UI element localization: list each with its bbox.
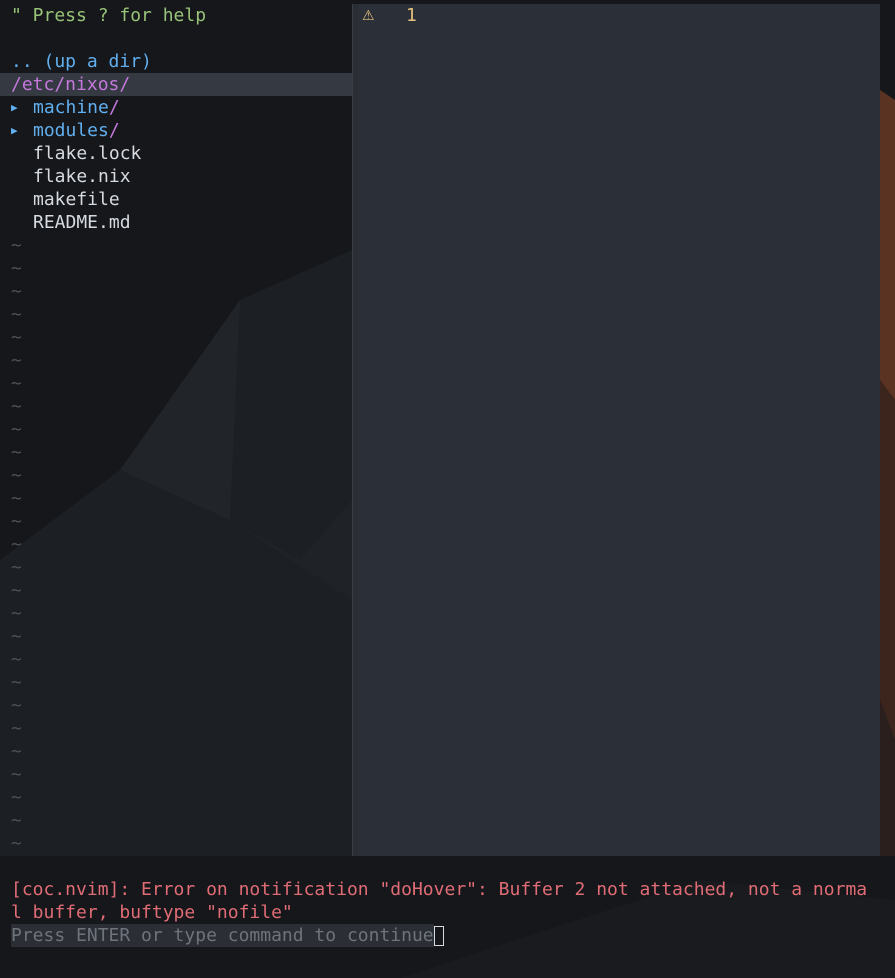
help-hint: " Press ? for help xyxy=(11,5,207,26)
error-message-line-2: l buffer, buftype "nofile" xyxy=(11,902,293,923)
empty-line-marker: ~ xyxy=(11,235,22,256)
empty-line-marker: ~ xyxy=(11,695,22,716)
empty-line-marker: ~ xyxy=(11,304,22,325)
empty-line-marker: ~ xyxy=(11,718,22,739)
current-dir-path[interactable]: /etc/nixos/ xyxy=(0,73,352,96)
empty-line-marker: ~ xyxy=(11,649,22,670)
file-tree-pane[interactable]: " Press ? for help .. (up a dir) /etc/ni… xyxy=(0,4,352,856)
tree-dir-modules[interactable]: ▶ modules / xyxy=(11,119,120,142)
empty-line-marker: ~ xyxy=(11,626,22,647)
dir-slash: / xyxy=(108,120,120,141)
triangle-right-icon: ▶ xyxy=(11,101,18,114)
empty-line-marker: ~ xyxy=(11,534,22,555)
empty-line-marker: ~ xyxy=(11,787,22,808)
empty-line-marker: ~ xyxy=(11,373,22,394)
warning-icon: ⚠ xyxy=(362,8,375,24)
continue-prompt[interactable]: Press ENTER or type command to continue xyxy=(11,924,885,947)
tree-dir-machine[interactable]: ▶ machine / xyxy=(11,96,120,119)
empty-line-marker: ~ xyxy=(11,442,22,463)
text-cursor xyxy=(433,925,444,946)
dir-slash: / xyxy=(108,97,120,118)
message-area: [coc.nvim]: Error on notification "doHov… xyxy=(11,878,885,947)
error-message-line-1: [coc.nvim]: Error on notification "doHov… xyxy=(11,879,868,900)
dir-name: machine xyxy=(33,97,109,118)
up-dir-link[interactable]: .. (up a dir) xyxy=(11,50,152,73)
file-name: flake.lock xyxy=(33,143,142,164)
dir-name: modules xyxy=(33,120,109,141)
empty-line-marker: ~ xyxy=(11,396,22,417)
empty-line-marker: ~ xyxy=(11,764,22,785)
empty-line-marker: ~ xyxy=(11,603,22,624)
empty-line-marker: ~ xyxy=(11,511,22,532)
empty-line-marker: ~ xyxy=(11,258,22,279)
empty-line-marker: ~ xyxy=(11,350,22,371)
empty-line-marker: ~ xyxy=(11,672,22,693)
empty-line-marker: ~ xyxy=(11,327,22,348)
file-name: README.md xyxy=(33,212,131,233)
empty-line-marker: ~ xyxy=(11,281,22,302)
triangle-right-icon: ▶ xyxy=(11,124,18,137)
empty-line-marker: ~ xyxy=(11,833,22,854)
empty-line-marker: ~ xyxy=(11,741,22,762)
tree-file-makefile[interactable]: makefile xyxy=(11,188,120,211)
empty-line-marker: ~ xyxy=(11,580,22,601)
empty-line-marker: ~ xyxy=(11,488,22,509)
empty-line-marker: ~ xyxy=(11,419,22,440)
file-name: makefile xyxy=(33,189,120,210)
editor-pane[interactable]: ⚠ 1 xyxy=(358,4,880,856)
tree-file-readme[interactable]: README.md xyxy=(11,211,131,234)
empty-line-marker: ~ xyxy=(11,810,22,831)
tree-file-flake-lock[interactable]: flake.lock xyxy=(11,142,141,165)
tree-file-flake-nix[interactable]: flake.nix xyxy=(11,165,131,188)
empty-line-marker: ~ xyxy=(11,557,22,578)
file-name: flake.nix xyxy=(33,166,131,187)
empty-line-marker: ~ xyxy=(11,465,22,486)
prompt-text: Press ENTER or type command to continue xyxy=(11,924,434,947)
line-number: 1 xyxy=(406,5,417,26)
